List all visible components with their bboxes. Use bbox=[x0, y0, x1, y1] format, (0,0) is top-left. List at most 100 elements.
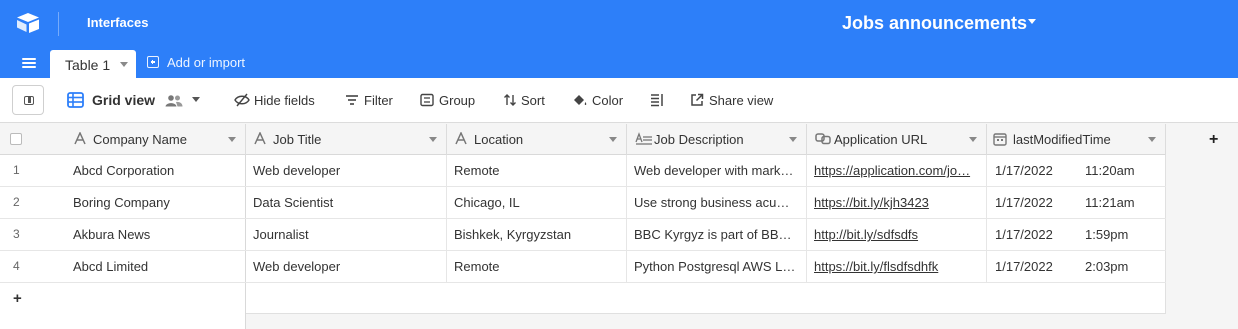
row-height-icon bbox=[651, 94, 663, 107]
column-divider bbox=[446, 155, 447, 283]
grid-header-row: Company Name Job Title Location Job Desc… bbox=[0, 124, 1238, 155]
chevron-down-icon[interactable] bbox=[192, 97, 200, 102]
grid-view-icon bbox=[67, 92, 84, 108]
table-row[interactable]: 1 Abcd Corporation Web developer Remote … bbox=[0, 155, 1166, 187]
filter-icon bbox=[346, 95, 358, 105]
filter-label: Filter bbox=[364, 93, 393, 108]
color-label: Color bbox=[592, 93, 624, 108]
select-all-column bbox=[0, 124, 66, 155]
cell-modified-time[interactable]: 11:21am bbox=[1085, 187, 1160, 219]
table-row[interactable]: 2 Boring Company Data Scientist Chicago,… bbox=[0, 187, 1166, 219]
sort-label: Sort bbox=[521, 93, 545, 108]
column-header-label: Company Name bbox=[93, 132, 187, 147]
url-type-icon bbox=[815, 132, 831, 146]
cell-application-url[interactable]: http://bit.ly/sdfsdfs bbox=[814, 219, 981, 251]
plus-icon: + bbox=[1209, 131, 1219, 148]
cell-modified-date[interactable]: 1/17/2022 bbox=[995, 187, 1075, 219]
chevron-down-icon[interactable] bbox=[609, 137, 617, 142]
column-header-label: Job Title bbox=[273, 132, 322, 147]
share-view-label: Share view bbox=[709, 93, 774, 108]
table-tab-bar: Table 1 Add or import bbox=[0, 47, 1238, 78]
column-header-application-url[interactable]: Application URL bbox=[807, 124, 987, 155]
tab-label: Table 1 bbox=[65, 57, 111, 73]
menu-icon[interactable] bbox=[22, 58, 36, 68]
hide-fields-label: Hide fields bbox=[254, 93, 315, 108]
tab-table-1[interactable]: Table 1 bbox=[50, 50, 136, 78]
cell-modified-time[interactable]: 11:20am bbox=[1085, 155, 1160, 187]
app-bar: Interfaces Jobs announcements bbox=[0, 0, 1238, 47]
cell-application-url[interactable]: https://bit.ly/flsdfsdhfk bbox=[814, 251, 981, 283]
cell-company-name[interactable]: Abcd Limited bbox=[73, 251, 238, 283]
cell-location[interactable]: Remote bbox=[454, 251, 619, 283]
column-header-location[interactable]: Location bbox=[447, 124, 627, 155]
cell-company-name[interactable]: Akbura News bbox=[73, 219, 238, 251]
table-row[interactable]: 4 Abcd Limited Web developer Remote Pyth… bbox=[0, 251, 1166, 283]
chevron-down-icon[interactable] bbox=[429, 137, 437, 142]
cell-job-title[interactable]: Web developer bbox=[253, 251, 438, 283]
cell-company-name[interactable]: Abcd Corporation bbox=[73, 155, 238, 187]
cell-job-description[interactable]: Python Postgresql AWS L… bbox=[634, 251, 801, 283]
plus-icon bbox=[147, 56, 159, 68]
row-number: 4 bbox=[13, 259, 20, 273]
sidebar-toggle-button[interactable] bbox=[12, 85, 44, 115]
sort-icon bbox=[504, 94, 516, 106]
calendar-type-icon bbox=[993, 132, 1007, 146]
chevron-down-icon[interactable] bbox=[969, 137, 977, 142]
column-divider bbox=[986, 155, 987, 283]
column-header-label: lastModifiedTime bbox=[1013, 132, 1111, 147]
view-toolbar: Grid view Hide fields Filter Group Sort … bbox=[0, 78, 1238, 123]
text-type-icon bbox=[455, 131, 469, 146]
group-icon bbox=[420, 93, 434, 107]
chevron-down-icon[interactable] bbox=[1028, 19, 1036, 24]
paint-bucket-icon bbox=[574, 95, 587, 105]
add-row-button[interactable]: + bbox=[13, 290, 22, 307]
cell-modified-time[interactable]: 2:03pm bbox=[1085, 251, 1160, 283]
cell-job-title[interactable]: Journalist bbox=[253, 219, 438, 251]
column-header-label: Job Description bbox=[654, 132, 744, 147]
hide-eye-icon bbox=[234, 93, 250, 107]
base-title[interactable]: Jobs announcements bbox=[842, 13, 1027, 34]
cell-job-description[interactable]: Use strong business acu… bbox=[634, 187, 801, 219]
column-header-last-modified-time[interactable]: lastModifiedTime bbox=[987, 124, 1166, 155]
cell-modified-date[interactable]: 1/17/2022 bbox=[995, 155, 1075, 187]
add-or-import-label: Add or import bbox=[167, 55, 246, 70]
chevron-down-icon[interactable] bbox=[789, 137, 797, 142]
table-row[interactable]: 3 Akbura News Journalist Bishkek, Kyrgyz… bbox=[0, 219, 1166, 251]
data-grid: Company Name Job Title Location Job Desc… bbox=[0, 124, 1238, 329]
row-number: 1 bbox=[13, 163, 20, 177]
row-number: 2 bbox=[13, 195, 20, 209]
cell-job-description[interactable]: Web developer with mark… bbox=[634, 155, 801, 187]
column-header-label: Location bbox=[474, 132, 524, 147]
column-header-company-name[interactable]: Company Name bbox=[66, 124, 246, 155]
cell-modified-date[interactable]: 1/17/2022 bbox=[995, 219, 1075, 251]
appbar-divider bbox=[58, 12, 59, 36]
select-all-checkbox[interactable] bbox=[10, 133, 22, 145]
cell-modified-date[interactable]: 1/17/2022 bbox=[995, 251, 1075, 283]
row-number: 3 bbox=[13, 227, 20, 241]
cell-location[interactable]: Remote bbox=[454, 155, 619, 187]
cell-company-name[interactable]: Boring Company bbox=[73, 187, 238, 219]
cell-job-description[interactable]: BBC Kyrgyz is part of BB… bbox=[634, 219, 801, 251]
chevron-down-icon[interactable] bbox=[120, 62, 128, 67]
cell-modified-time[interactable]: 1:59pm bbox=[1085, 219, 1160, 251]
cell-application-url[interactable]: https://bit.ly/kjh3423 bbox=[814, 187, 981, 219]
add-column-button[interactable]: + bbox=[1166, 124, 1238, 155]
cell-job-title[interactable]: Data Scientist bbox=[253, 187, 438, 219]
cell-job-title[interactable]: Web developer bbox=[253, 155, 438, 187]
cell-location[interactable]: Bishkek, Kyrgyzstan bbox=[454, 219, 619, 251]
column-header-job-title[interactable]: Job Title bbox=[246, 124, 447, 155]
view-name: Grid view bbox=[92, 92, 156, 108]
long-text-type-icon bbox=[635, 132, 653, 146]
airtable-logo-icon[interactable] bbox=[16, 12, 40, 34]
column-header-job-description[interactable]: Job Description bbox=[627, 124, 807, 155]
interfaces-link[interactable]: Interfaces bbox=[87, 15, 148, 30]
column-divider bbox=[806, 155, 807, 283]
cell-application-url[interactable]: https://application.com/jo… bbox=[814, 155, 981, 187]
collaborators-icon bbox=[165, 95, 183, 107]
chevron-down-icon[interactable] bbox=[228, 137, 236, 142]
text-type-icon bbox=[74, 131, 88, 146]
text-type-icon bbox=[254, 131, 268, 146]
chevron-down-icon[interactable] bbox=[1148, 137, 1156, 142]
cell-location[interactable]: Chicago, IL bbox=[454, 187, 619, 219]
sidebar-icon bbox=[24, 96, 34, 105]
